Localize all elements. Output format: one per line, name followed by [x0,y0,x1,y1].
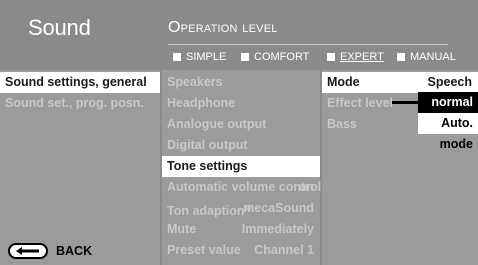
return-arrow-icon [8,243,48,259]
level-checkbox-icon [327,53,335,61]
dropdown-option-auto-mode[interactable]: Auto. mode [418,113,478,151]
level-expert-option[interactable]: EXPERT [327,51,384,63]
level-checkbox-icon [241,53,249,61]
level-manual-option[interactable]: MANUAL [397,51,456,63]
dropdown-connector [392,101,418,104]
menu-item-mode[interactable]: Mode Speech [322,72,478,93]
level-checkbox-icon [173,53,181,61]
menu-item-value: on [298,180,314,194]
menu-item-mute[interactable]: Mute Immediately [162,219,320,240]
menu-item-automatic-volume-control[interactable]: Automatic volume control on [162,177,321,198]
menu-item-preset-value[interactable]: Preset value Channel 1 [162,240,320,261]
menu-item-tone-settings[interactable]: Tone settings [162,156,320,177]
menu-item-value: Immediately [241,222,314,236]
back-button[interactable]: BACK [8,243,92,259]
mode-value: Speech [427,75,472,89]
level-simple-option[interactable]: SIMPLE [173,51,226,63]
level-checkbox-icon [397,53,405,61]
menu-item-sound-set-prog-posn[interactable]: Sound set., prog. posn. [0,93,160,114]
page-title: Sound [28,15,91,40]
menu-item-value: Channel 1 [254,243,314,257]
heading-divider [168,44,448,45]
menu-item-digital-output[interactable]: Digital output [162,135,320,156]
menu-item-headphone[interactable]: Headphone [162,93,320,114]
menu-item-analogue-output[interactable]: Analogue output [162,114,320,135]
back-label: BACK [56,244,93,258]
menu-item-sound-settings-general[interactable]: Sound settings, general [0,72,160,93]
return-arrow-glyph [16,247,39,255]
menu-item-speakers[interactable]: Speakers [162,72,320,93]
operation-level-heading: Operation level [168,19,278,36]
level-comfort-option[interactable]: COMFORT [241,51,309,63]
menu-item-value: mecaSound [243,201,314,215]
dropdown-option-normal[interactable]: normal [418,92,478,113]
menu-item-ton-adaption[interactable]: Ton adaption1) mecaSound [162,198,320,219]
